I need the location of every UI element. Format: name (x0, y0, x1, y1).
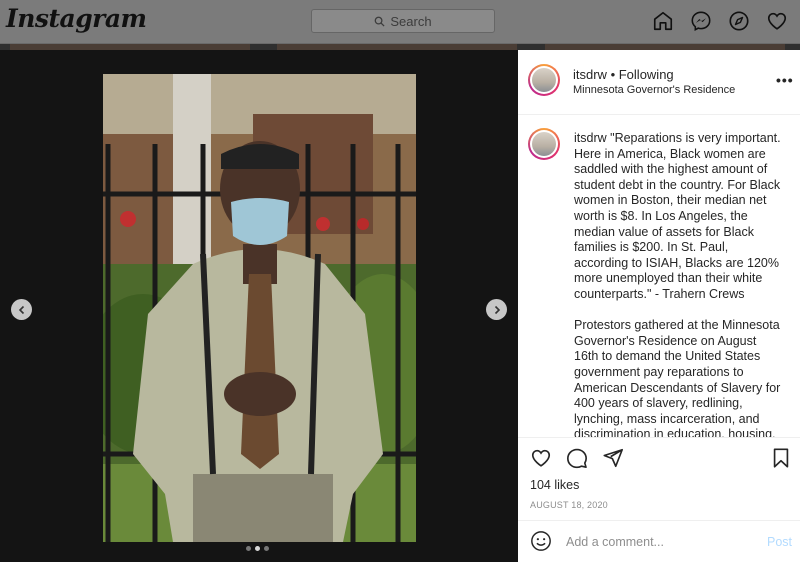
header-user-line: itsdrw • Following (573, 67, 674, 82)
heart-icon[interactable] (766, 10, 788, 32)
post-header: itsdrw • Following Minnesota Governor's … (518, 50, 800, 115)
likes-count[interactable]: 104 likes (530, 478, 579, 492)
post-details-panel: itsdrw • Following Minnesota Governor's … (518, 50, 800, 562)
carousel-indicator (246, 546, 269, 551)
chevron-right-icon (494, 305, 500, 314)
more-options-button[interactable]: ••• (776, 72, 794, 88)
location-link[interactable]: Minnesota Governor's Residence (573, 84, 735, 96)
caption-text: itsdrw "Reparations is very important. H… (574, 131, 782, 438)
comment-bar: Post (518, 520, 800, 562)
post-photo[interactable] (103, 74, 416, 542)
post-date: AUGUST 18, 2020 (530, 500, 608, 510)
share-icon[interactable] (602, 447, 624, 469)
emoji-icon[interactable] (530, 530, 552, 552)
comment-icon[interactable] (566, 447, 588, 469)
comment-input[interactable] (566, 533, 746, 551)
caption-username[interactable]: itsdrw (574, 131, 607, 145)
messenger-icon[interactable] (690, 10, 712, 32)
home-icon[interactable] (652, 10, 674, 32)
avatar[interactable] (528, 64, 560, 96)
nav-icons (652, 10, 788, 32)
caption-paragraph-1: "Reparations is very important. Here in … (574, 131, 781, 301)
search-box[interactable]: Search (311, 9, 495, 33)
carousel-dot-active (255, 546, 260, 551)
instagram-logo[interactable]: Instagram (6, 4, 147, 33)
top-navigation-bar: Instagram Search (0, 0, 800, 44)
post-comment-button[interactable]: Post (767, 535, 792, 549)
carousel-dot (264, 546, 269, 551)
caption-area: itsdrw "Reparations is very important. H… (518, 116, 800, 438)
caption-avatar[interactable] (528, 128, 560, 160)
following-status[interactable]: • Following (611, 67, 674, 82)
search-icon (375, 16, 385, 27)
next-image-button[interactable] (486, 299, 507, 320)
like-heart-icon[interactable] (530, 447, 552, 469)
bookmark-icon[interactable] (770, 447, 792, 469)
chevron-left-icon (18, 305, 24, 314)
username-link[interactable]: itsdrw (573, 67, 607, 82)
caption-paragraph-2: Protestors gathered at the Minnesota Gov… (574, 318, 781, 438)
explore-icon[interactable] (728, 10, 750, 32)
previous-image-button[interactable] (11, 299, 32, 320)
post-actions (530, 447, 624, 469)
carousel-dot (246, 546, 251, 551)
man-with-mask-photo (103, 74, 416, 542)
search-placeholder: Search (390, 13, 432, 29)
